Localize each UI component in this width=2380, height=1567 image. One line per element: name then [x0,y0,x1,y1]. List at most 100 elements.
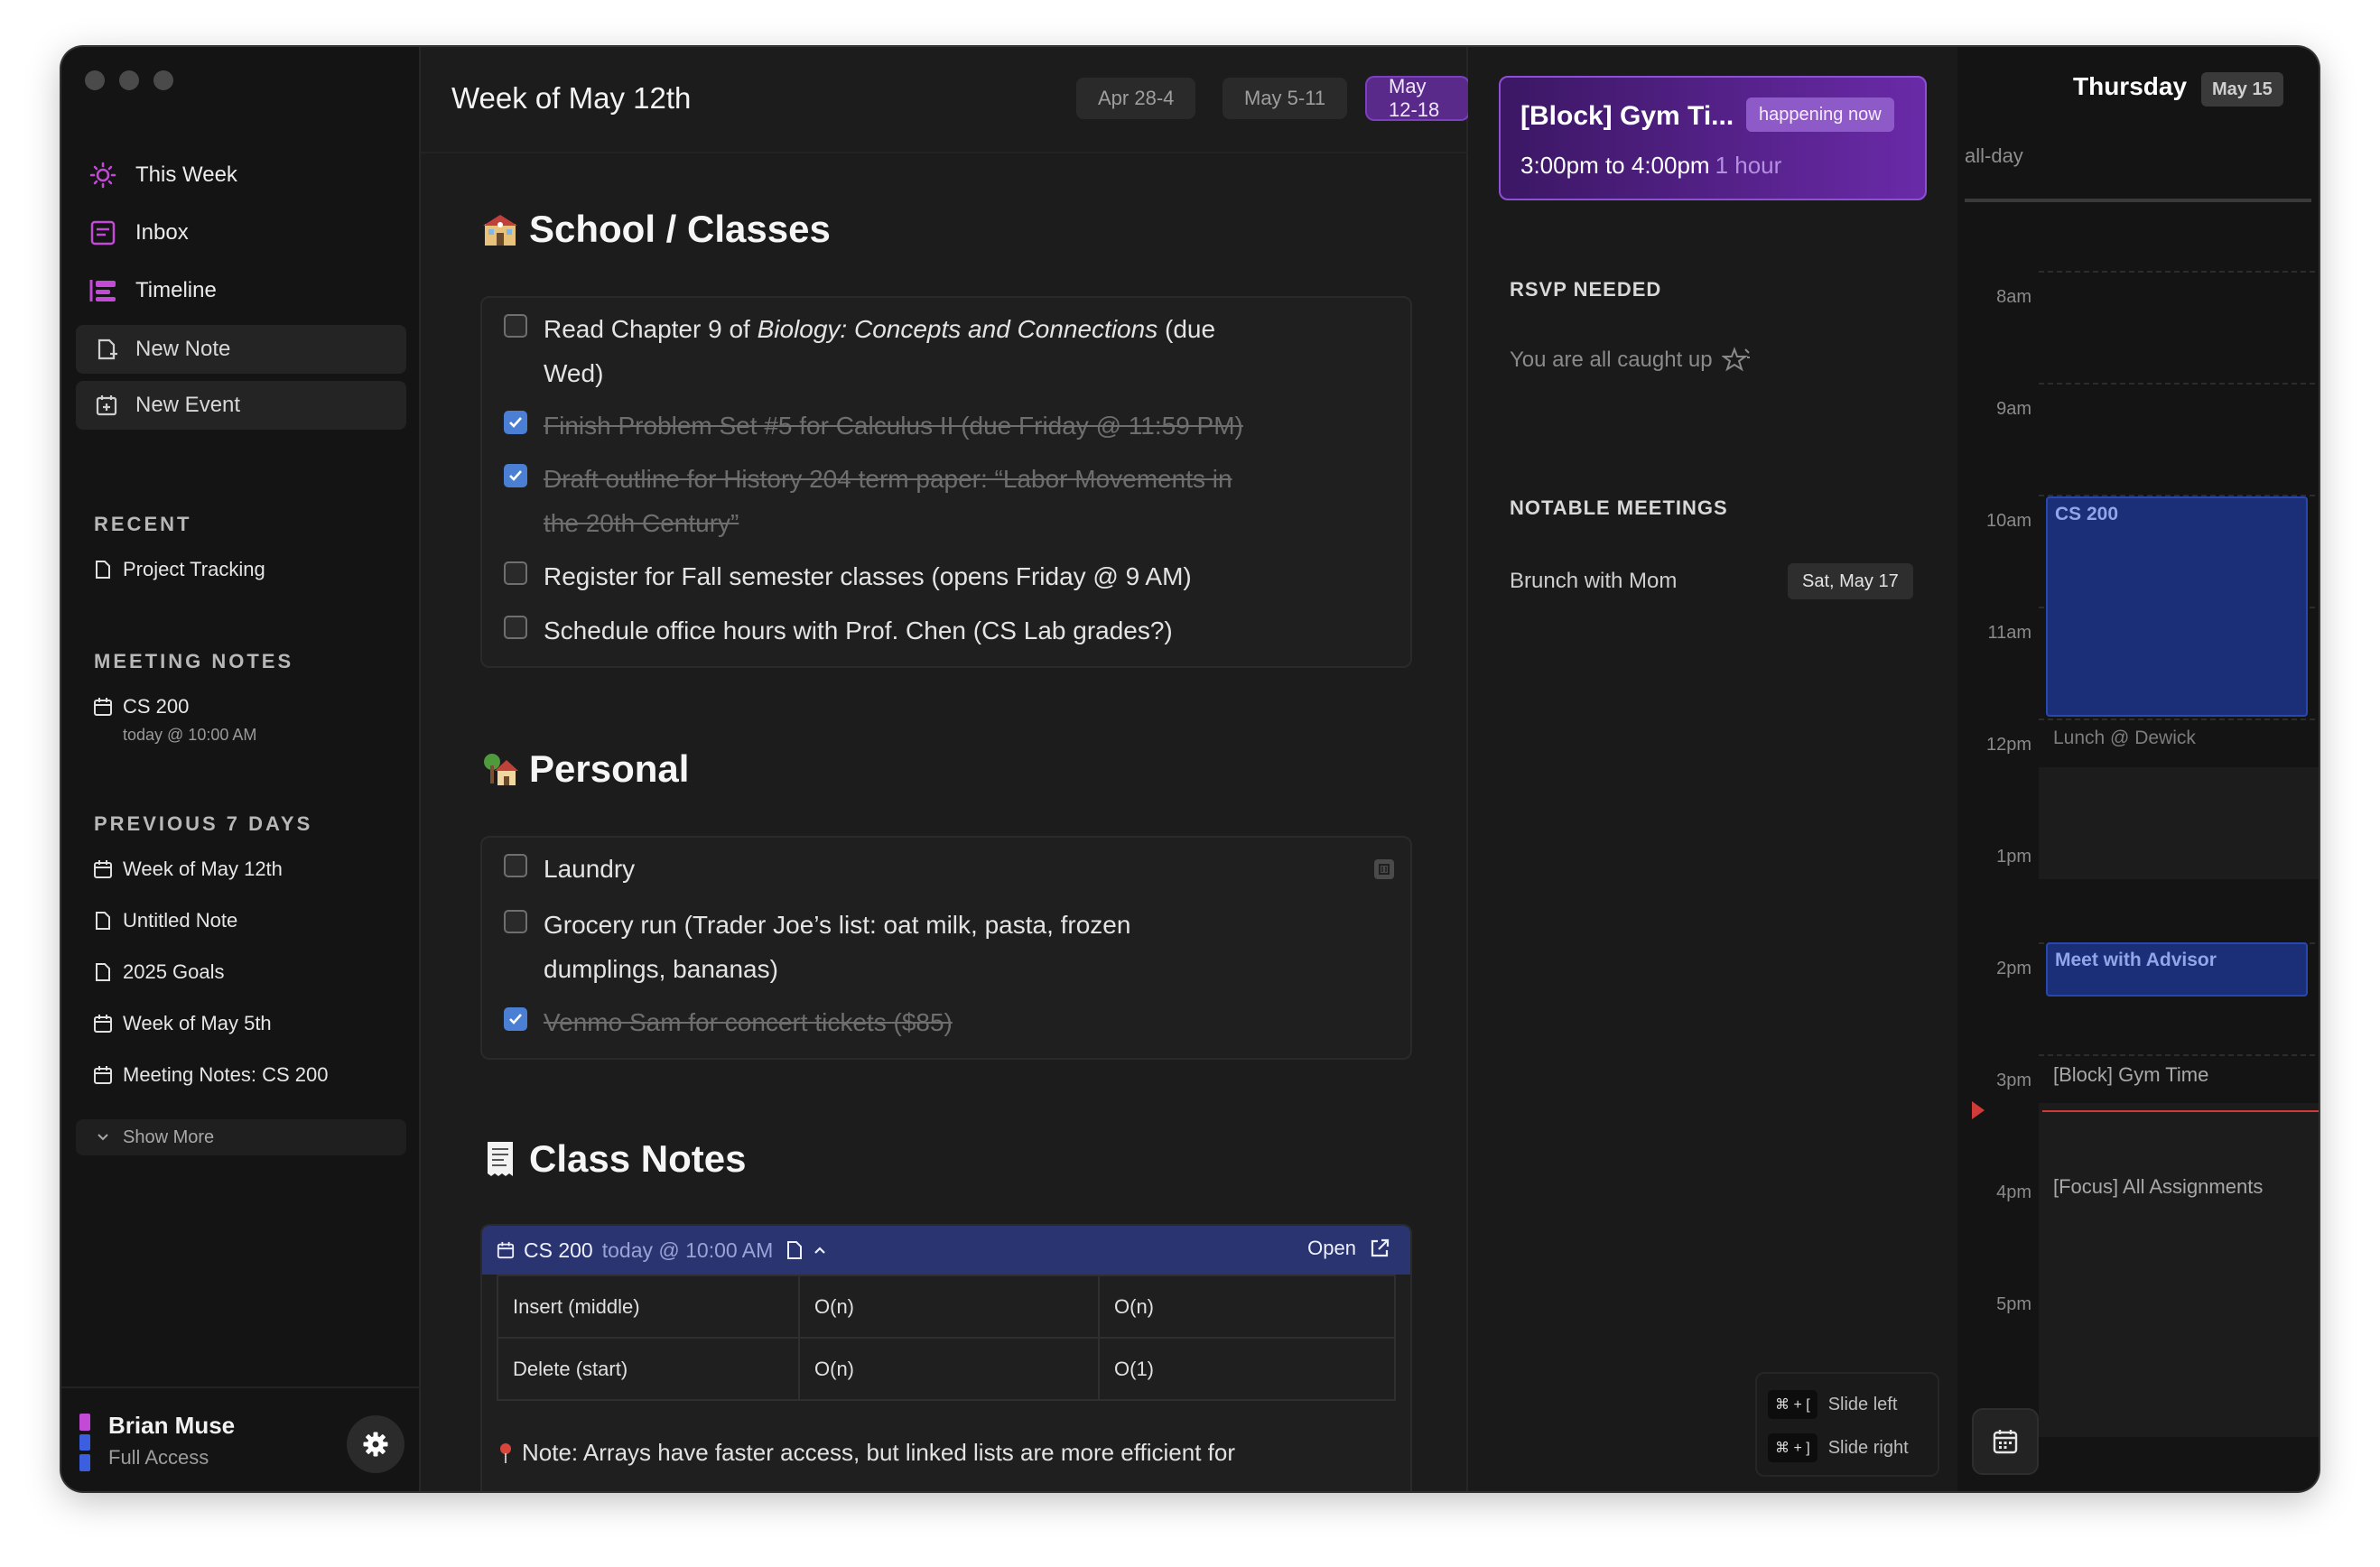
calendar-icon [92,858,114,880]
note-embed: CS 200 today @ 10:00 AM Open Insert (mid… [480,1224,1412,1491]
hour-label: 8am [1996,287,2031,307]
hour-label: 1pm [1996,847,2031,867]
inbox-icon [88,218,117,247]
calendar-event[interactable]: [Block] Gym Time [2046,1058,2308,1099]
shortcut-keys: ⌘ + ] [1768,1433,1818,1462]
calendar-icon [92,696,114,718]
current-event-title: [Block] Gym Ti... [1520,101,1734,131]
event-block-bg [2039,1103,2319,1437]
recent-item-project-tracking[interactable]: Project Tracking [92,558,265,581]
sun-icon [88,161,117,190]
agenda-panel: [Block] Gym Ti... happening now 3:00pm t… [1468,47,1957,1491]
receipt-icon [480,1139,520,1179]
shortcut-slide-right: ⌘ + ] Slide right [1768,1433,1909,1462]
task-text[interactable]: Grocery run (Trader Joe’s list: oat milk… [544,903,1130,991]
task-text[interactable]: Read Chapter 9 of Biology: Concepts and … [544,307,1215,395]
week-tab[interactable]: May 5-11 [1223,78,1348,119]
task-checkbox-checked[interactable] [504,411,527,434]
notable-meeting-date: Sat, May 17 [1788,563,1913,599]
task-text[interactable]: Laundry [544,847,635,891]
calendar-icon [92,1064,114,1086]
hour-label: 10am [1985,511,2031,531]
meeting-note-cs200[interactable]: CS 200 [92,695,189,719]
task-text[interactable]: Venmo Sam for concert tickets ($85) [544,1000,953,1044]
previous-item[interactable]: Week of May 5th [92,1012,272,1035]
section-title: Personal [529,747,690,790]
task-item: Venmo Sam for concert tickets ($85) [504,1000,1371,1044]
table-cell: O(n) [798,1337,1100,1401]
new-event-button[interactable]: New Event [76,381,406,430]
previous-item[interactable]: 2025 Goals [92,960,225,984]
task-item: Register for Fall semester classes (open… [504,554,1371,598]
task-item: Grocery run (Trader Joe’s list: oat milk… [504,903,1371,991]
section-title: Class Notes [529,1137,747,1180]
calendar-icon [497,1241,515,1259]
current-event-time: 3:00pm to 4:00pm 1 hour [1520,152,1782,179]
sidebar-item-this-week[interactable]: This Week [88,146,404,204]
task-item: Draft outline for History 204 term paper… [504,457,1371,545]
task-text[interactable]: Finish Problem Set #5 for Calculus II (d… [544,403,1243,448]
previous-item-label: Week of May 5th [123,1012,272,1034]
document-icon [92,961,114,983]
calendar-toggle-button[interactable] [1972,1408,2039,1475]
section-heading-class-notes: Class Notes [480,1137,746,1181]
rsvp-empty-state: You are all caught up [1510,347,1751,374]
hour-label: 11am [1987,623,2031,643]
calendar-event[interactable]: Meet with Advisor [2046,942,2308,997]
calendar-event[interactable]: [Focus] All Assignments [2046,1170,2308,1211]
main-header: Week of May 12th Apr 28-4 May 5-11 May 1… [421,47,1468,153]
calendar-event[interactable]: CS 200 [2046,496,2308,717]
previous-item[interactable]: Meeting Notes: CS 200 [92,1063,328,1087]
task-text[interactable]: Register for Fall semester classes (open… [544,554,1192,598]
shortcut-label: Slide right [1827,1437,1909,1458]
task-text[interactable]: Schedule office hours with Prof. Chen (C… [544,608,1173,653]
task-item: Schedule office hours with Prof. Chen (C… [504,608,1371,653]
settings-button[interactable] [347,1415,404,1473]
hour-label: 3pm [1996,1071,2031,1090]
user-profile[interactable]: Brian Muse Full Access [61,1386,421,1491]
notable-meeting-title[interactable]: Brunch with Mom [1510,569,1677,594]
check-icon [509,470,522,481]
task-checkbox[interactable] [504,616,527,639]
sidebar-item-timeline[interactable]: Timeline [88,262,404,320]
card-menu-icon[interactable] [1374,859,1394,879]
all-day-label: all-day [1965,144,2023,167]
zoom-window-button[interactable] [153,70,173,90]
task-checkbox[interactable] [504,854,527,877]
task-checkbox[interactable] [504,314,527,338]
previous-item-label: Meeting Notes: CS 200 [123,1063,329,1086]
open-note-button[interactable]: Open [1307,1237,1390,1260]
hour-row: 9am [1957,383,2319,495]
user-name: Brian Muse [108,1412,236,1439]
minimize-window-button[interactable] [119,70,139,90]
week-tab[interactable]: Apr 28-4 [1076,78,1196,119]
chevron-up-icon[interactable] [813,1245,827,1256]
show-more-button[interactable]: Show More [76,1119,406,1155]
week-tab-active[interactable]: May 12-18 [1367,75,1468,121]
new-note-button[interactable]: New Note [76,325,406,374]
task-checkbox[interactable] [504,910,527,933]
sidebar-item-label: Inbox [135,220,189,245]
hour-label: 12pm [1985,735,2031,755]
sidebar-nav: This Week Inbox Timeline [88,146,404,320]
rsvp-section-title: RSVP NEEDED [1510,278,1662,301]
new-event-icon [94,393,119,418]
previous-item-label: Untitled Note [123,909,238,932]
calendar-event[interactable]: Lunch @ Dewick [2046,722,2308,764]
task-checkbox[interactable] [504,561,527,585]
sidebar-item-inbox[interactable]: Inbox [88,204,404,262]
task-text[interactable]: Draft outline for History 204 term paper… [544,457,1232,545]
close-window-button[interactable] [85,70,105,90]
calendar-icon [92,1013,114,1034]
note-embed-header[interactable]: CS 200 today @ 10:00 AM Open [482,1226,1410,1275]
section-heading-school: School / Classes [480,208,831,251]
task-checkbox-checked[interactable] [504,1007,527,1031]
section-title: School / Classes [529,208,831,250]
previous-item[interactable]: Untitled Note [92,909,237,932]
user-role: Full Access [108,1446,209,1469]
current-event-card[interactable]: [Block] Gym Ti... happening now 3:00pm t… [1499,76,1927,200]
table-cell: O(n) [798,1275,1100,1339]
timeline-icon [88,276,117,305]
previous-item[interactable]: Week of May 12th [92,858,283,881]
task-checkbox-checked[interactable] [504,464,527,487]
